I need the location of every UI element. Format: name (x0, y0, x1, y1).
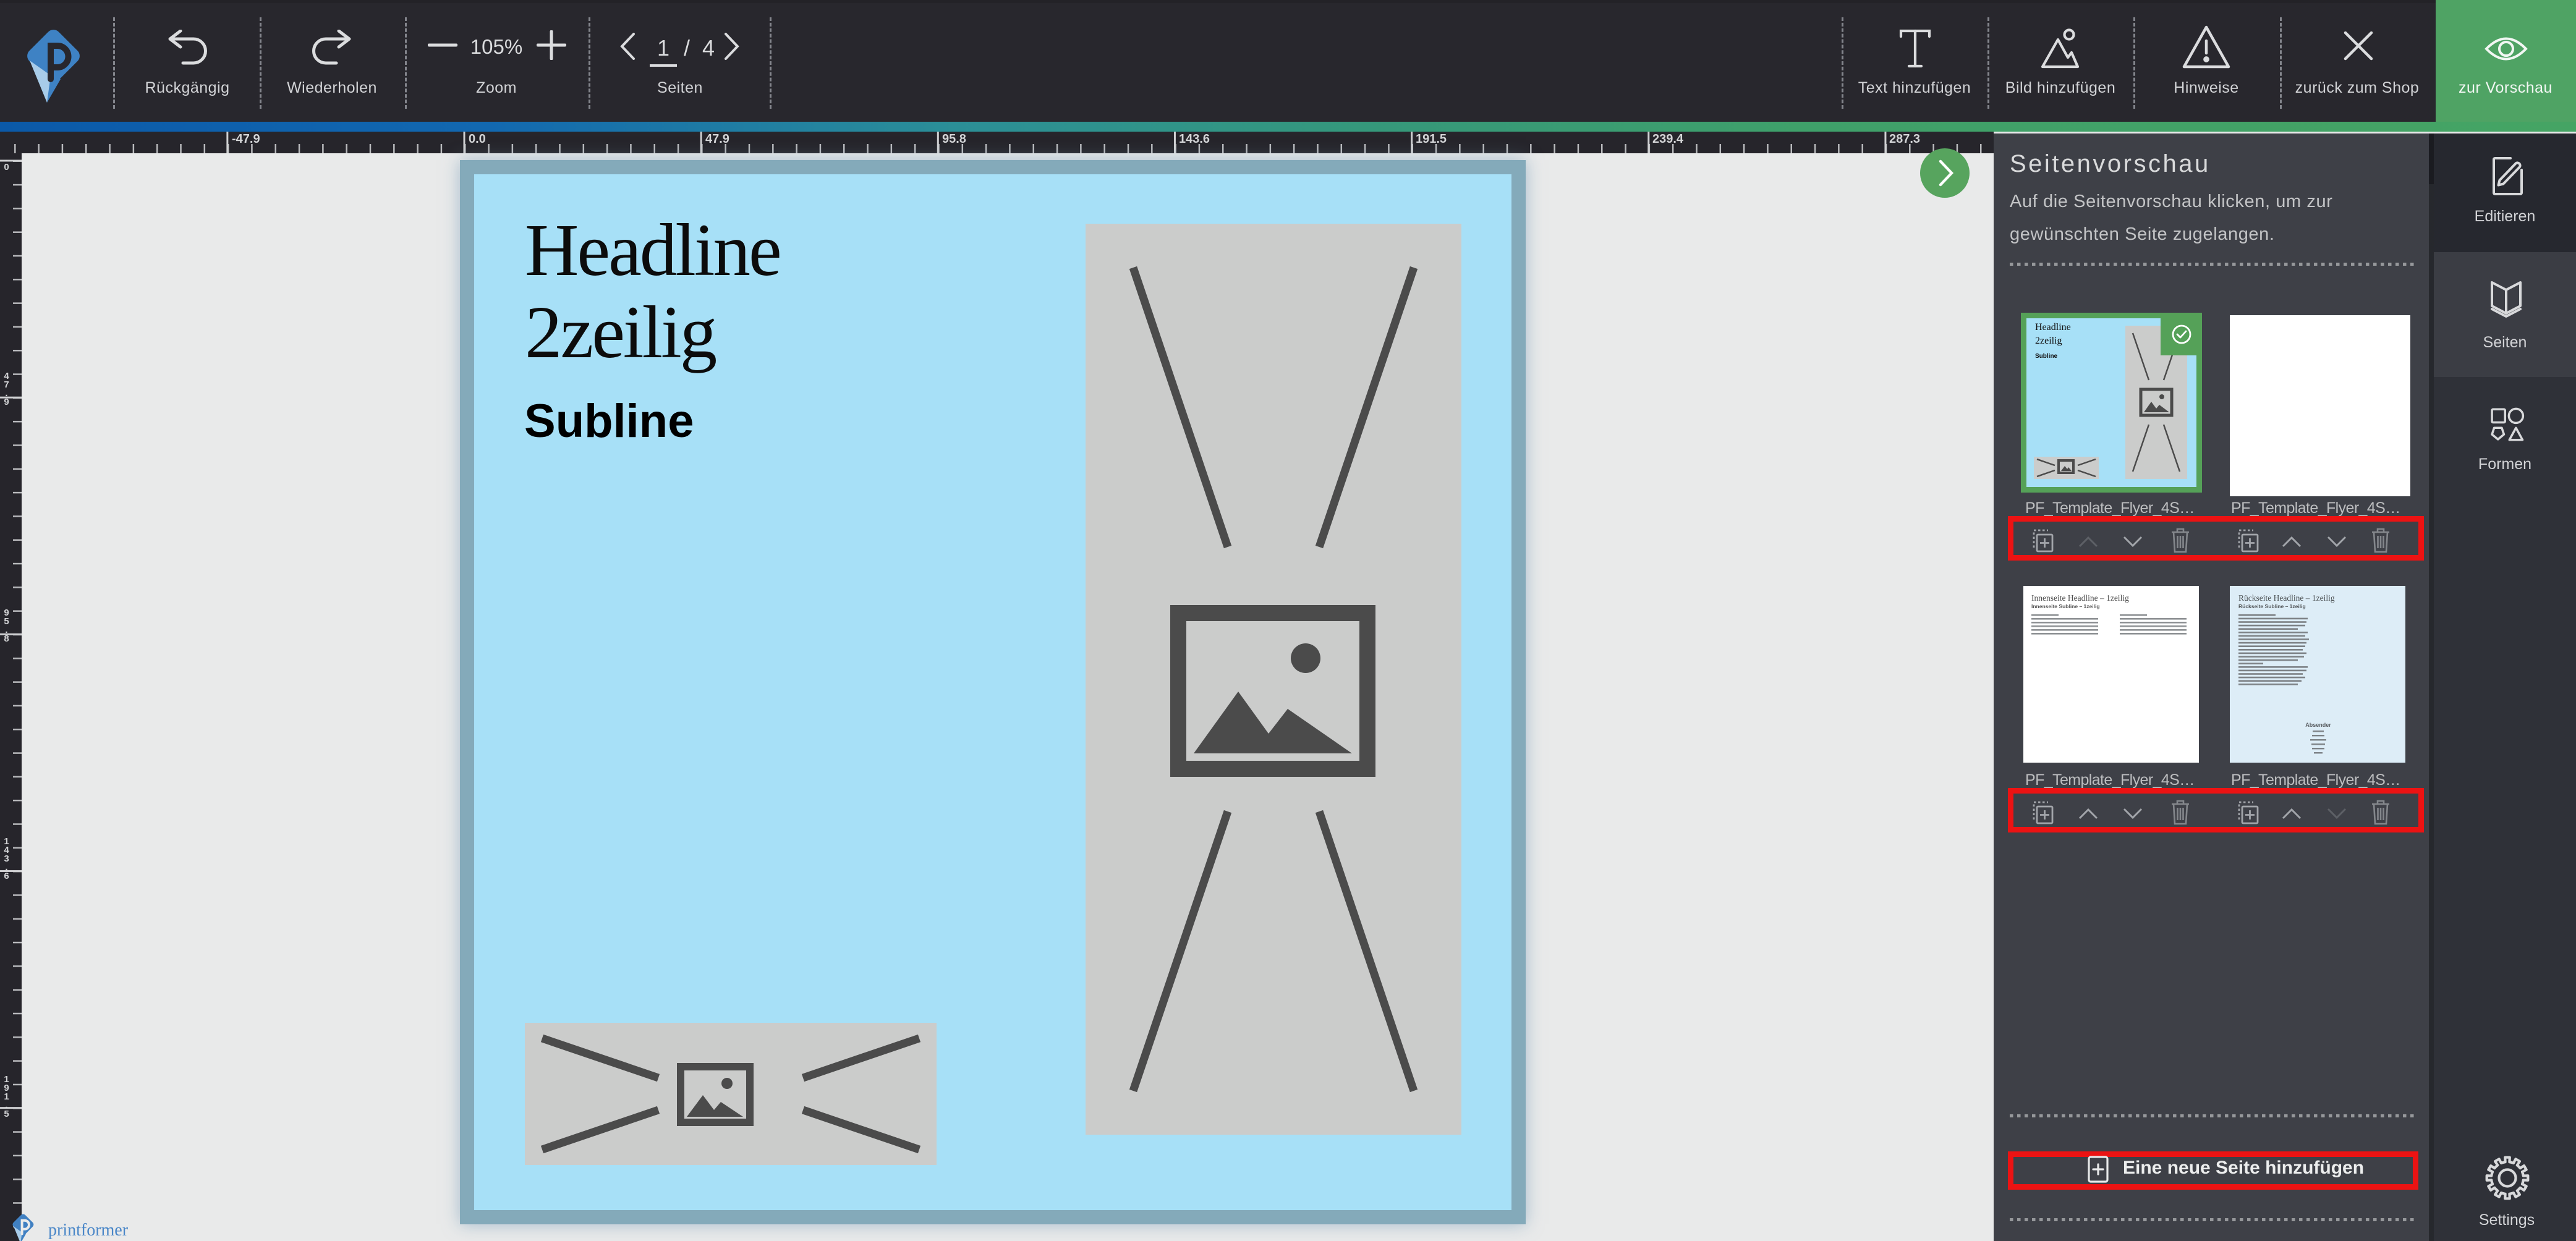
svg-text:Innenseite Subline – 1zeilig: Innenseite Subline – 1zeilig (2031, 603, 2100, 609)
svg-text:Rückseite Headline – 1zeilig: Rückseite Headline – 1zeilig (2238, 593, 2335, 603)
svg-text:Headline: Headline (2035, 322, 2071, 332)
svg-text:Subline: Subline (2035, 353, 2058, 360)
svg-text:Innenseite Headline – 1zeilig: Innenseite Headline – 1zeilig (2031, 593, 2129, 603)
svg-text:printformer: printformer (48, 1221, 129, 1240)
svg-text:2zeilig: 2zeilig (2035, 336, 2062, 346)
svg-text:Rückseite Subline – 1zeilig: Rückseite Subline – 1zeilig (2238, 603, 2306, 609)
svg-text:Absender: Absender (2305, 722, 2331, 728)
